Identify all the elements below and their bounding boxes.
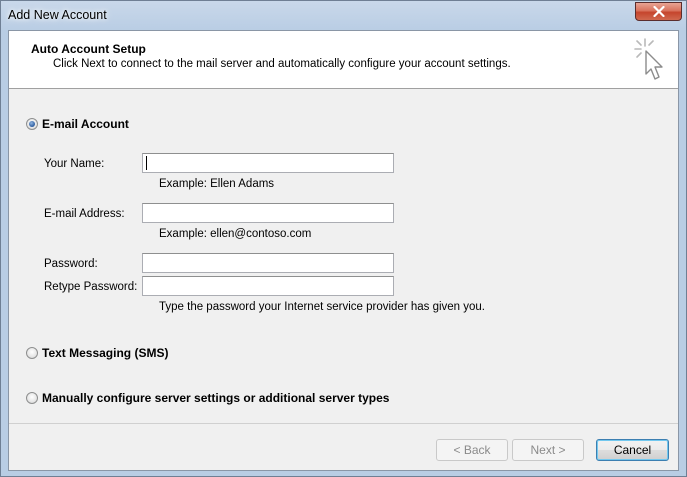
dialog-body: Auto Account Setup Click Next to connect… — [8, 30, 679, 471]
email-account-radio[interactable] — [26, 118, 38, 130]
email-account-option[interactable]: E-mail Account — [26, 117, 129, 131]
add-account-window: Add New Account Auto Account Setup Click… — [0, 0, 687, 477]
retype-password-label: Retype Password: — [44, 281, 138, 293]
close-icon — [652, 6, 665, 17]
email-address-hint: Example: ellen@contoso.com — [159, 228, 312, 240]
close-button[interactable] — [635, 2, 682, 21]
retype-password-input[interactable] — [142, 276, 394, 296]
title-bar[interactable]: Add New Account — [1, 1, 686, 30]
header-title: Auto Account Setup — [31, 42, 146, 56]
next-button[interactable]: Next > — [512, 439, 584, 461]
password-label: Password: — [44, 258, 98, 270]
email-account-label: E-mail Account — [42, 117, 129, 131]
email-address-label: E-mail Address: — [44, 208, 125, 220]
text-messaging-option[interactable]: Text Messaging (SMS) — [26, 346, 168, 360]
password-input[interactable] — [142, 253, 394, 273]
text-caret — [146, 156, 147, 170]
your-name-hint: Example: Ellen Adams — [159, 178, 275, 190]
manual-config-radio[interactable] — [26, 392, 38, 404]
email-address-input[interactable] — [142, 203, 394, 223]
header-subtitle: Click Next to connect to the mail server… — [53, 58, 511, 70]
cursor-click-icon — [634, 38, 663, 80]
footer-divider — [9, 423, 678, 424]
text-messaging-radio[interactable] — [26, 347, 38, 359]
manual-config-option[interactable]: Manually configure server settings or ad… — [26, 391, 389, 405]
window-title: Add New Account — [8, 8, 107, 22]
manual-config-label: Manually configure server settings or ad… — [42, 391, 390, 405]
password-hint: Type the password your Internet service … — [159, 301, 486, 313]
header-panel: Auto Account Setup Click Next to connect… — [9, 31, 678, 89]
back-button[interactable]: < Back — [436, 439, 508, 461]
text-messaging-label: Text Messaging (SMS) — [42, 346, 169, 360]
your-name-input[interactable] — [142, 153, 394, 173]
cancel-button[interactable]: Cancel — [596, 439, 669, 461]
your-name-label: Your Name: — [44, 158, 105, 170]
